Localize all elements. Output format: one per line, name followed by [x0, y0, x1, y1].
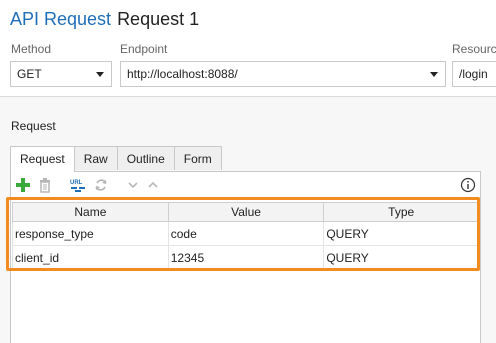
window-title: API Request Request 1: [10, 9, 199, 30]
chevron-down-icon: [96, 72, 104, 77]
method-label: Method: [11, 42, 52, 56]
parameters-table: Name Value Type response_type code QUERY…: [12, 202, 479, 270]
column-header-name[interactable]: Name: [12, 202, 169, 222]
table-row[interactable]: client_id 12345 QUERY: [12, 245, 479, 270]
resource-field[interactable]: /login: [452, 61, 496, 87]
app-title: API Request: [10, 9, 112, 29]
tab-form[interactable]: Form: [173, 146, 222, 170]
endpoint-select[interactable]: http://localhost:8088/: [120, 61, 446, 87]
resource-value: /login: [459, 67, 488, 81]
chevron-down-icon: [430, 72, 438, 77]
param-type-cell[interactable]: QUERY: [323, 245, 479, 270]
param-name-cell[interactable]: response_type: [12, 221, 169, 246]
method-select[interactable]: GET: [10, 61, 112, 87]
plus-icon[interactable]: [15, 177, 31, 193]
param-value-cell[interactable]: code: [167, 221, 325, 246]
resource-label: Resource: [452, 42, 496, 56]
tab-request[interactable]: Request: [10, 146, 75, 172]
request-name: Request 1: [117, 9, 200, 29]
endpoint-label: Endpoint: [120, 42, 168, 56]
tab-outline[interactable]: Outline: [116, 146, 175, 170]
table-header: Name Value Type: [12, 202, 479, 222]
toolbar: URL: [11, 172, 480, 200]
column-header-value[interactable]: Value: [167, 202, 325, 222]
endpoint-value: http://localhost:8088/: [127, 67, 238, 81]
trash-icon[interactable]: [37, 177, 53, 193]
info-icon[interactable]: [460, 177, 476, 193]
tab-bar: Request Raw Outline Form: [10, 146, 222, 172]
tab-raw[interactable]: Raw: [73, 146, 118, 170]
param-type-cell[interactable]: QUERY: [323, 221, 479, 246]
section-label: Request: [11, 119, 56, 133]
chevron-up-icon[interactable]: [145, 177, 161, 193]
refresh-icon[interactable]: [93, 177, 109, 193]
param-name-cell[interactable]: client_id: [12, 245, 169, 270]
param-value-cell[interactable]: 12345: [167, 245, 325, 270]
request-panel: URL Name Value Type response_type code Q…: [10, 171, 481, 343]
chevron-down-icon[interactable]: [125, 177, 141, 193]
url-icon-text: URL: [70, 180, 83, 186]
url-encode-icon[interactable]: URL: [69, 177, 87, 193]
method-value: GET: [17, 67, 42, 81]
table-row[interactable]: response_type code QUERY: [12, 221, 479, 246]
column-header-type[interactable]: Type: [323, 202, 479, 222]
